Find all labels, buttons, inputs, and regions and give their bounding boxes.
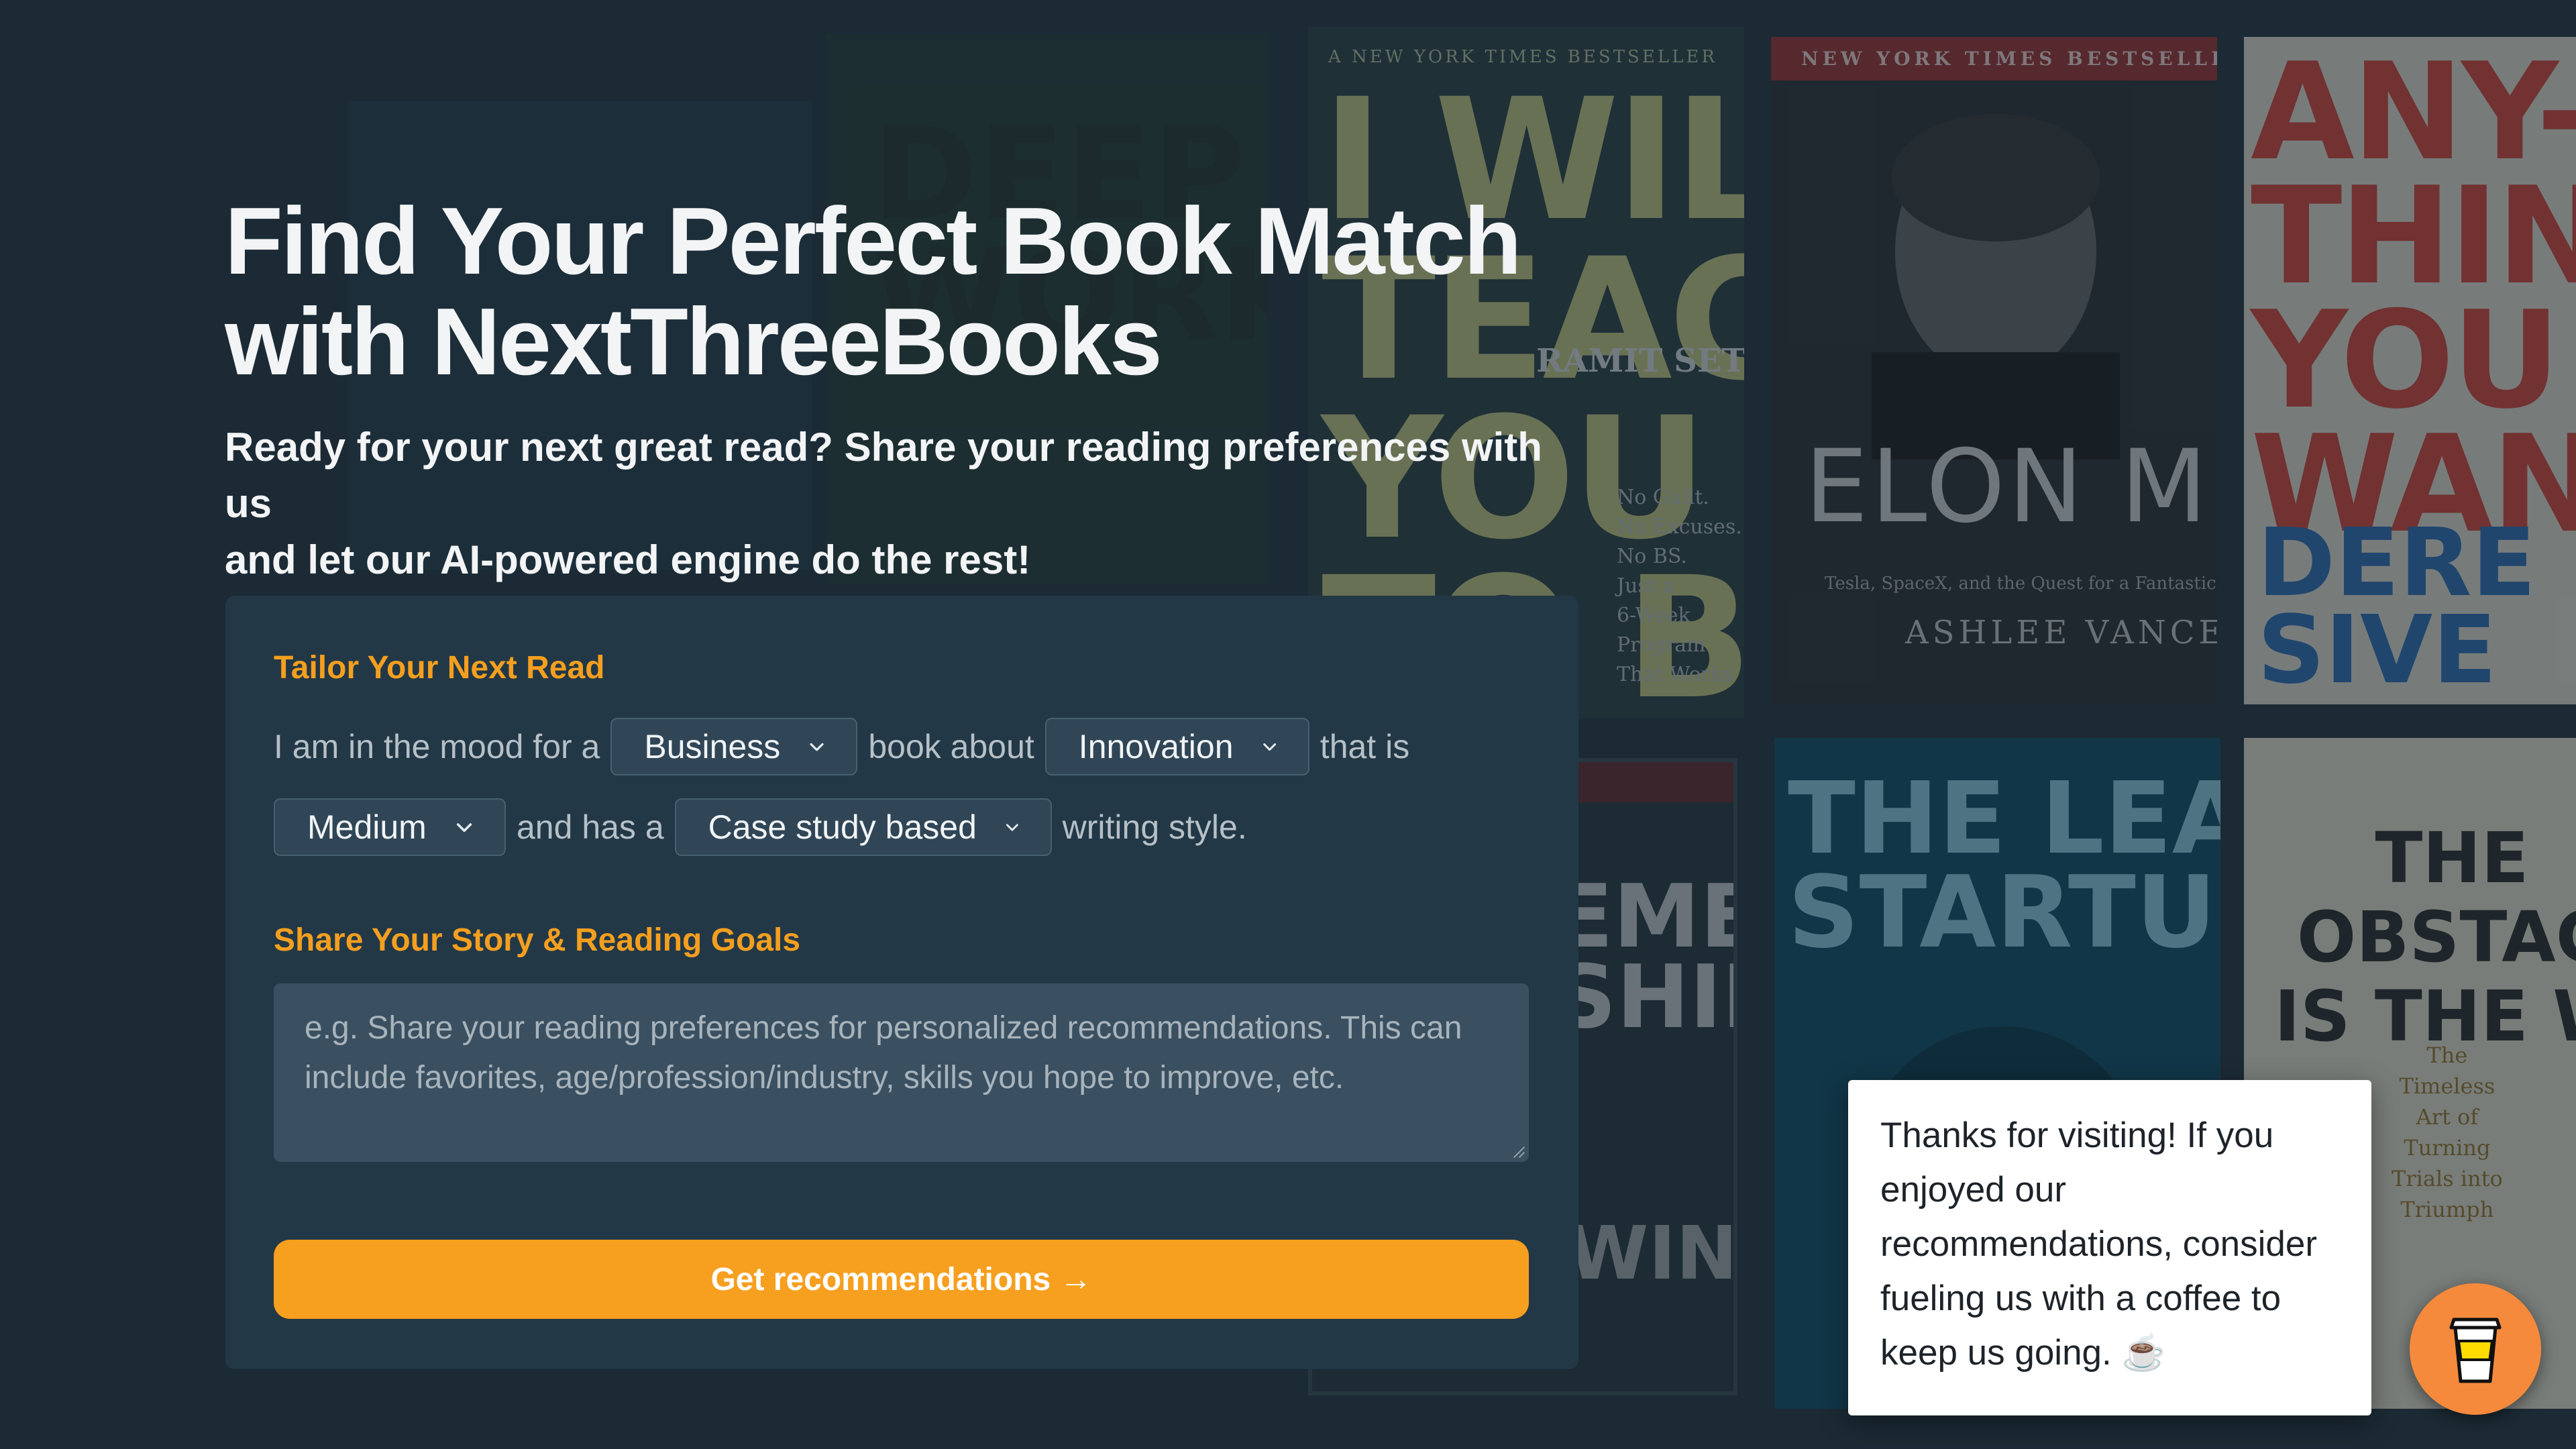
sentence-text: writing style. [1062,808,1247,846]
cover-title: ANY- THIN YOU WAN [2251,37,2576,563]
cover-title: ELON MUSK [1805,429,2217,545]
page-title: Find Your Perfect Book Match with NextTh… [225,191,1566,392]
book-cover-elon-musk: NEW YORK TIMES BESTSELLER ELON MUSK Tesl… [1771,37,2217,704]
cover-list: No Guilt. No Excuses. No BS. Just a 6-We… [1617,486,1742,686]
page-subtitle: Ready for your next great read? Share yo… [225,419,1566,588]
page-subtitle-line-1: Ready for your next great read? Share yo… [225,425,1542,526]
chevron-down-icon [456,823,472,833]
genre-select-value: Business [644,728,781,765]
writing-style-select[interactable]: Case study based [674,798,1052,856]
cover-title: THE LEAN STARTUP [1788,761,2220,970]
cover-author: DERE SIVE [2257,508,2536,704]
cover-title: EME SHIP [1554,865,1733,1048]
cover-band-text: NEW YORK TIMES BESTSELLER [1801,48,2217,70]
preference-sentence-row-2: Medium and has a Case study based writin… [274,798,1255,856]
chevron-down-icon [1263,743,1276,751]
support-popup-message: Thanks for visiting! If you enjoyed our … [1880,1116,2318,1373]
cover-word: WIN [1567,1210,1737,1296]
sentence-text: and has a [517,808,664,846]
story-section-label: Share Your Story & Reading Goals [274,922,801,958]
support-popup: Thanks for visiting! If you enjoyed our … [1848,1080,2371,1415]
get-recommendations-button[interactable]: Get recommendations → [274,1240,1529,1319]
buy-me-a-coffee-button[interactable] [2410,1283,2541,1415]
cover-subtitle: Tesla, SpaceX, and the Quest for a Fanta… [1825,574,2216,594]
preference-sentence-row-1: I am in the mood for a Business book abo… [274,718,1417,775]
cover-subtitle: The Timeless Art of Turning Trials into … [2392,1042,2503,1222]
portrait-image [1872,114,2120,460]
resize-handle-icon[interactable] [1509,1142,1526,1159]
reading-goals-textarea[interactable]: e.g. Share your reading preferences for … [274,983,1529,1162]
difficulty-select[interactable]: Medium [274,798,506,856]
sentence-text: that is [1320,728,1410,765]
chevron-down-icon [810,743,824,751]
cover-author: ASHLEE VANCE [1905,614,2217,651]
get-recommendations-label: Get recommendations → [710,1261,1092,1297]
topic-select[interactable]: Innovation [1044,718,1309,775]
writing-style-select-value: Case study based [708,808,977,846]
page-title-line-1: Find Your Perfect Book Match [225,188,1522,294]
recommendation-form-card: Tailor Your Next Read I am in the mood f… [225,596,1578,1369]
difficulty-select-value: Medium [307,808,427,846]
sentence-text: book about [868,728,1034,765]
book-cover-anything-you-want: ANY- THIN YOU WAN DERE SIVE [2244,37,2576,704]
tailor-section-label: Tailor Your Next Read [274,650,605,686]
textarea-placeholder: e.g. Share your reading preferences for … [305,1010,1462,1095]
page-subtitle-line-2: and let our AI-powered engine do the res… [225,537,1031,582]
chevron-down-icon [1006,824,1018,831]
page-title-line-2: with NextThreeBooks [225,288,1163,395]
genre-select[interactable]: Business [610,718,858,775]
coffee-cup-icon [2449,1318,2502,1383]
sentence-text: I am in the mood for a [274,728,600,765]
cover-title: THE OBSTAC IS THE W [2274,817,2576,1057]
cover-author: RAMIT SETHI [1536,342,1744,380]
topic-select-value: Innovation [1078,728,1234,765]
